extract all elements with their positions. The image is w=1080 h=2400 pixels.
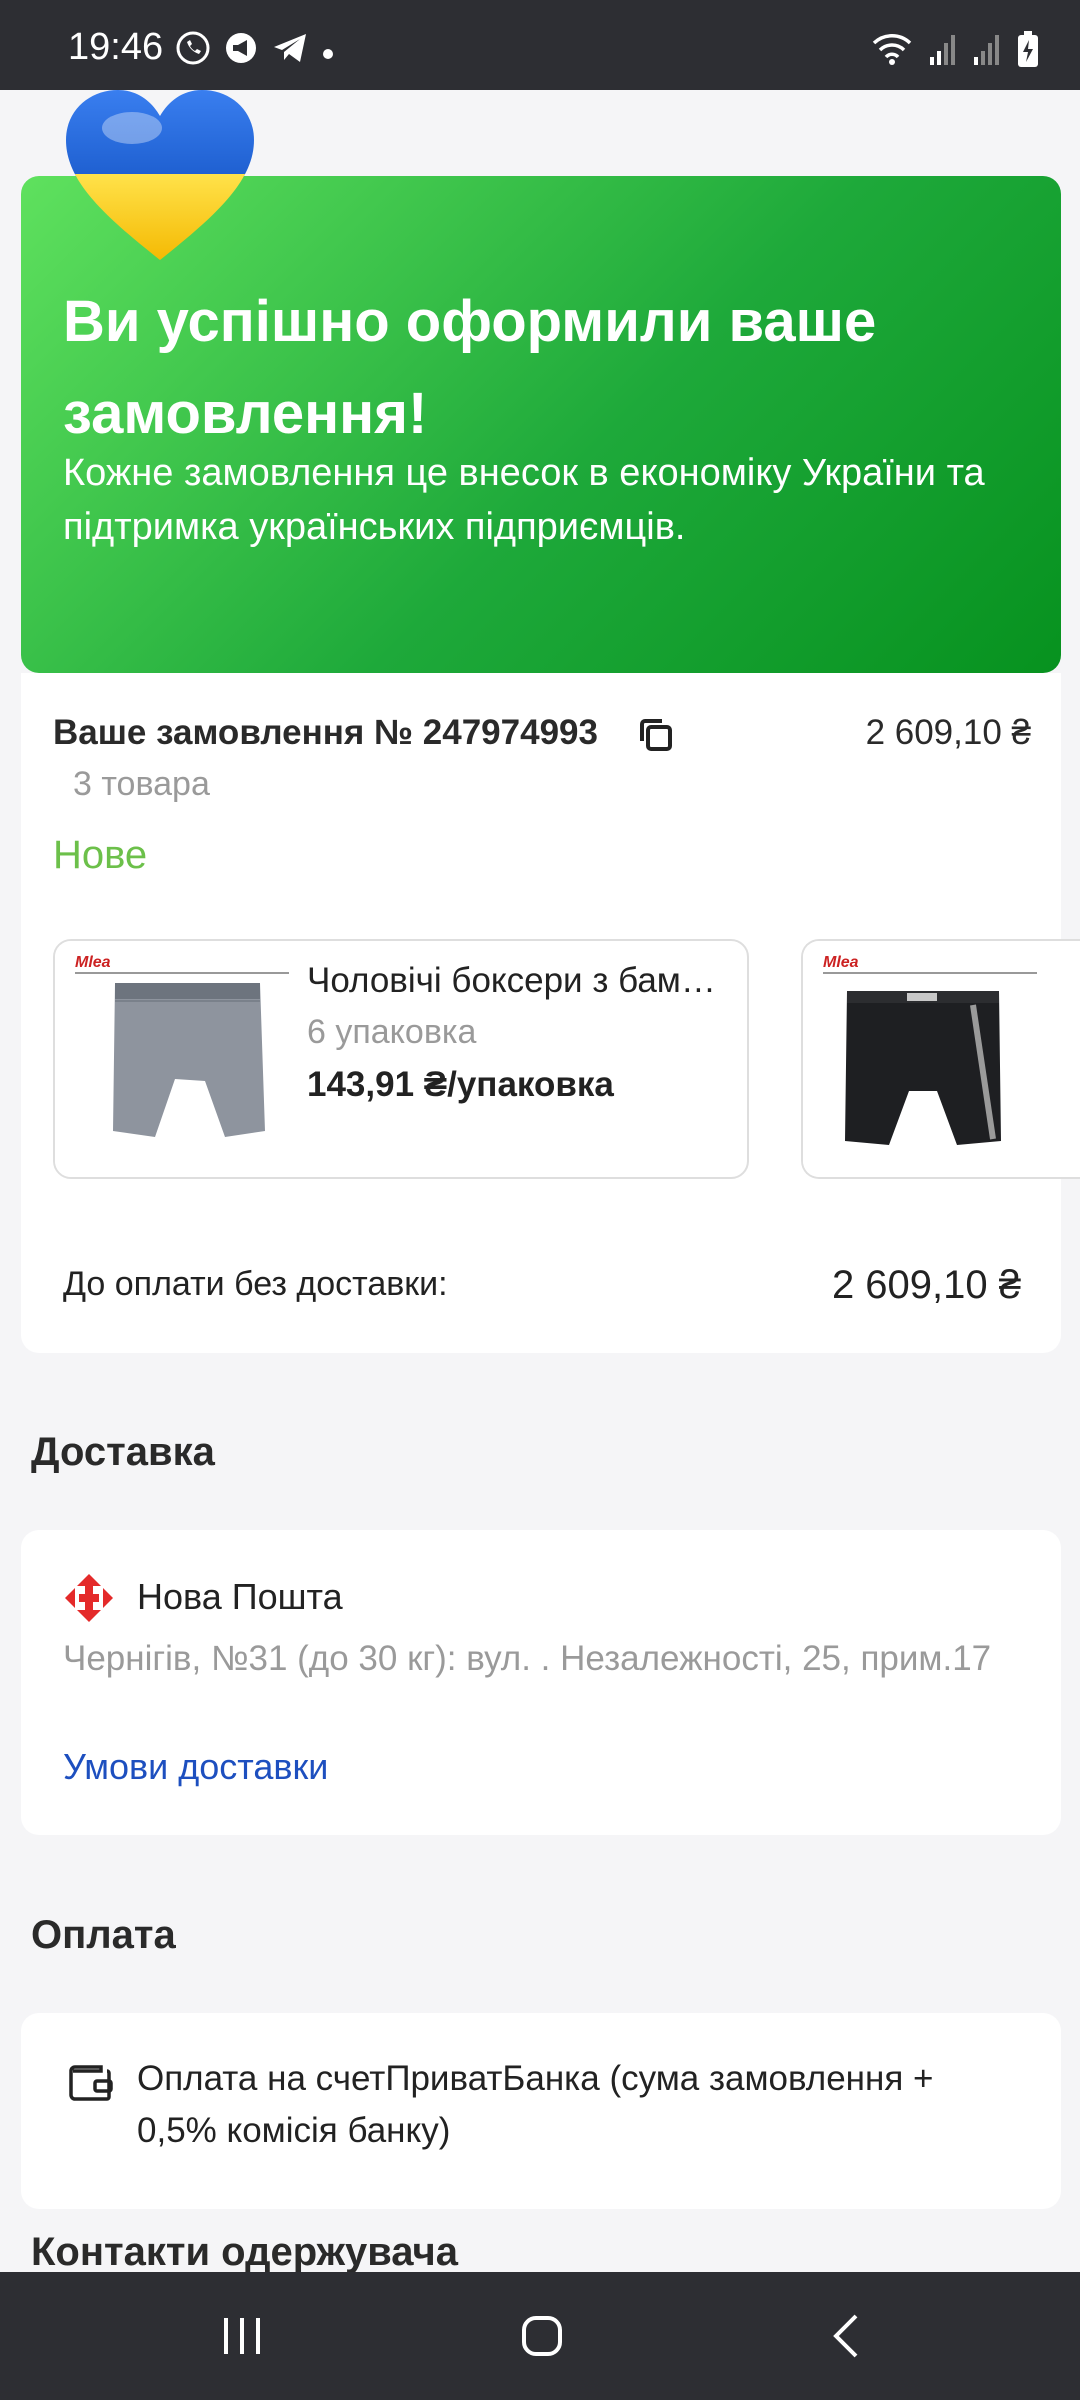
amount-due-label: До оплати без доставки:	[63, 1265, 448, 1303]
delivery-section-title: Доставка	[31, 1430, 215, 1474]
success-subtitle: Кожне замовлення це внесок в економіку У…	[63, 452, 985, 548]
success-title: Ви успішно оформили ваше замовлення!	[63, 289, 877, 446]
wifi-icon	[872, 34, 912, 65]
items-count: 3 товара	[73, 765, 210, 803]
order-total: 2 609,10 ₴	[865, 713, 1031, 752]
product-quantity: 6 упаковка	[307, 1013, 477, 1051]
product-image: Mlea	[55, 941, 289, 1177]
product-name: Чоловічі боксери з бам…	[307, 961, 716, 1000]
delivery-address: Чернігів, №31 (до 30 кг): вул. . Незалеж…	[63, 1639, 992, 1678]
system-icons	[870, 30, 1040, 68]
product-price: 143,91 ₴/упаковка	[307, 1065, 614, 1104]
megaphone-icon	[226, 33, 256, 63]
payment-card: Оплата на счетПриватБанка (сума замовлен…	[21, 2013, 1061, 2209]
brand-logo: Mlea	[75, 954, 111, 971]
carrier-name: Нова Пошта	[137, 1576, 343, 1617]
notification-icons	[175, 30, 335, 66]
ukraine-heart-icon	[66, 90, 254, 260]
signal-1-icon	[930, 35, 955, 65]
recent-apps-icon[interactable]	[212, 2308, 272, 2364]
copy-icon[interactable]	[636, 715, 676, 755]
wallet-icon	[69, 2065, 113, 2101]
order-status: Нове	[53, 833, 148, 877]
delivery-card: Нова Пошта Чернігів, №31 (до 30 кг): вул…	[21, 1530, 1061, 1835]
back-icon[interactable]	[818, 2308, 878, 2364]
nova-poshta-logo-icon	[65, 1574, 113, 1622]
navigation-bar	[0, 2272, 1080, 2400]
dot-icon	[323, 49, 333, 59]
product-image: Mlea	[803, 941, 1037, 1177]
payment-method: Оплата на счетПриватБанка (сума замовлен…	[137, 2059, 934, 2150]
brand-logo: Mlea	[823, 954, 859, 971]
status-time: 19:46	[68, 26, 164, 68]
order-number: Ваше замовлення № 247974993	[53, 713, 598, 752]
contacts-section-title: Контакти одержувача	[31, 2230, 458, 2274]
home-icon[interactable]	[512, 2308, 572, 2364]
battery-icon	[1018, 31, 1038, 67]
viber-icon	[176, 31, 210, 65]
signal-2-icon	[974, 35, 999, 65]
order-card: Ваше замовлення № 247974993 2 609,10 ₴ 3…	[21, 673, 1080, 1353]
product-card[interactable]: Mlea	[801, 939, 1080, 1179]
payment-section-title: Оплата	[31, 1913, 176, 1957]
delivery-terms-link[interactable]: Умови доставки	[63, 1746, 328, 1788]
telegram-icon	[274, 34, 306, 62]
amount-due-value: 2 609,10 ₴	[831, 1263, 1021, 1307]
status-bar: 19:46	[0, 0, 1080, 90]
product-card[interactable]: Mlea Чоловічі боксери з бам… 6 упаковка …	[53, 939, 749, 1179]
